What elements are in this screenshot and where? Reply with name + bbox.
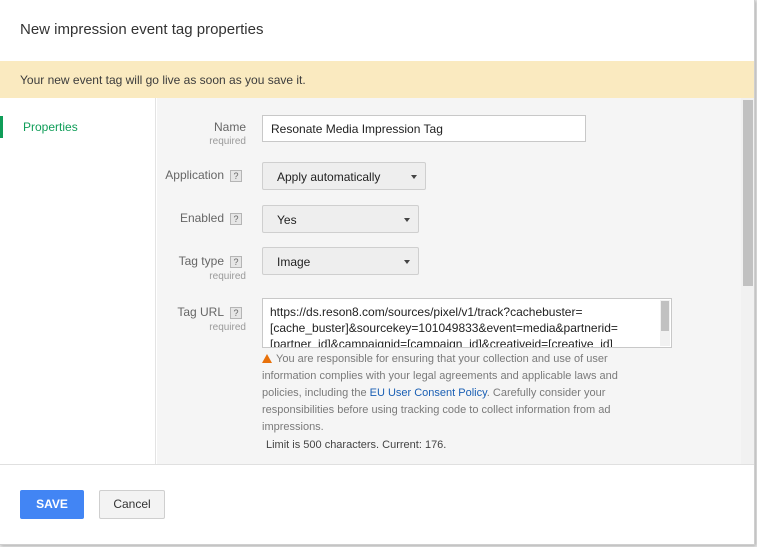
tag-url-line: https://ds.reson8.com/sources/pixel/v1/t… bbox=[270, 305, 583, 319]
name-required: required bbox=[209, 136, 246, 147]
cancel-button[interactable]: Cancel bbox=[99, 490, 165, 519]
sidebar: Properties bbox=[0, 98, 156, 464]
character-limit-text: Limit is 500 characters. Current: 176. bbox=[266, 439, 447, 451]
enabled-select[interactable]: Yes bbox=[262, 205, 419, 233]
tag-url-required: required bbox=[209, 322, 246, 333]
event-tag-dialog: New impression event tag properties Your… bbox=[0, 0, 755, 545]
application-label: Application bbox=[165, 168, 224, 182]
enabled-select-value: Yes bbox=[277, 213, 297, 227]
help-icon[interactable]: ? bbox=[230, 170, 242, 182]
warning-icon bbox=[262, 354, 272, 363]
chevron-down-icon bbox=[411, 175, 417, 179]
textarea-scrollbar[interactable] bbox=[660, 300, 670, 346]
dialog-title: New impression event tag properties bbox=[20, 21, 264, 38]
dialog-footer: SAVE Cancel bbox=[0, 464, 754, 544]
content-scroll-thumb[interactable] bbox=[743, 100, 753, 286]
application-select-value: Apply automatically bbox=[277, 170, 381, 184]
help-icon[interactable]: ? bbox=[230, 213, 242, 225]
tag-url-line: [cache_buster]&sourcekey=101049833&event… bbox=[270, 321, 618, 335]
content-scrollbar[interactable] bbox=[741, 98, 754, 464]
tag-type-select[interactable]: Image bbox=[262, 247, 419, 275]
tag-type-label: Tag type bbox=[178, 254, 224, 268]
chevron-down-icon bbox=[404, 218, 410, 222]
info-banner: Your new event tag will go live as soon … bbox=[0, 61, 754, 98]
tag-type-select-value: Image bbox=[277, 255, 311, 269]
help-icon[interactable]: ? bbox=[230, 256, 242, 268]
application-select[interactable]: Apply automatically bbox=[262, 162, 426, 190]
help-icon[interactable]: ? bbox=[230, 307, 242, 319]
sidebar-item-label: Properties bbox=[23, 120, 78, 134]
tracking-warning: You are responsible for ensuring that yo… bbox=[262, 351, 622, 436]
name-field-value: Resonate Media Impression Tag bbox=[271, 122, 443, 136]
banner-text: Your new event tag will go live as soon … bbox=[20, 73, 306, 87]
name-field[interactable]: Resonate Media Impression Tag bbox=[262, 115, 586, 142]
enabled-label: Enabled bbox=[179, 211, 224, 225]
chevron-down-icon bbox=[404, 260, 410, 264]
textarea-scroll-thumb[interactable] bbox=[661, 301, 669, 331]
tag-url-label: Tag URL bbox=[177, 305, 224, 319]
sidebar-item-properties[interactable]: Properties bbox=[0, 116, 155, 138]
name-label: Name bbox=[213, 120, 246, 134]
tag-url-line: [partner_id]&campaignid=[campaign_id]&cr… bbox=[270, 337, 613, 348]
form-content: Name required Resonate Media Impression … bbox=[157, 98, 741, 464]
tag-url-textarea[interactable]: https://ds.reson8.com/sources/pixel/v1/t… bbox=[262, 298, 672, 348]
eu-consent-policy-link[interactable]: EU User Consent Policy bbox=[370, 387, 487, 399]
tag-type-required: required bbox=[209, 271, 246, 282]
save-button[interactable]: SAVE bbox=[20, 490, 84, 519]
